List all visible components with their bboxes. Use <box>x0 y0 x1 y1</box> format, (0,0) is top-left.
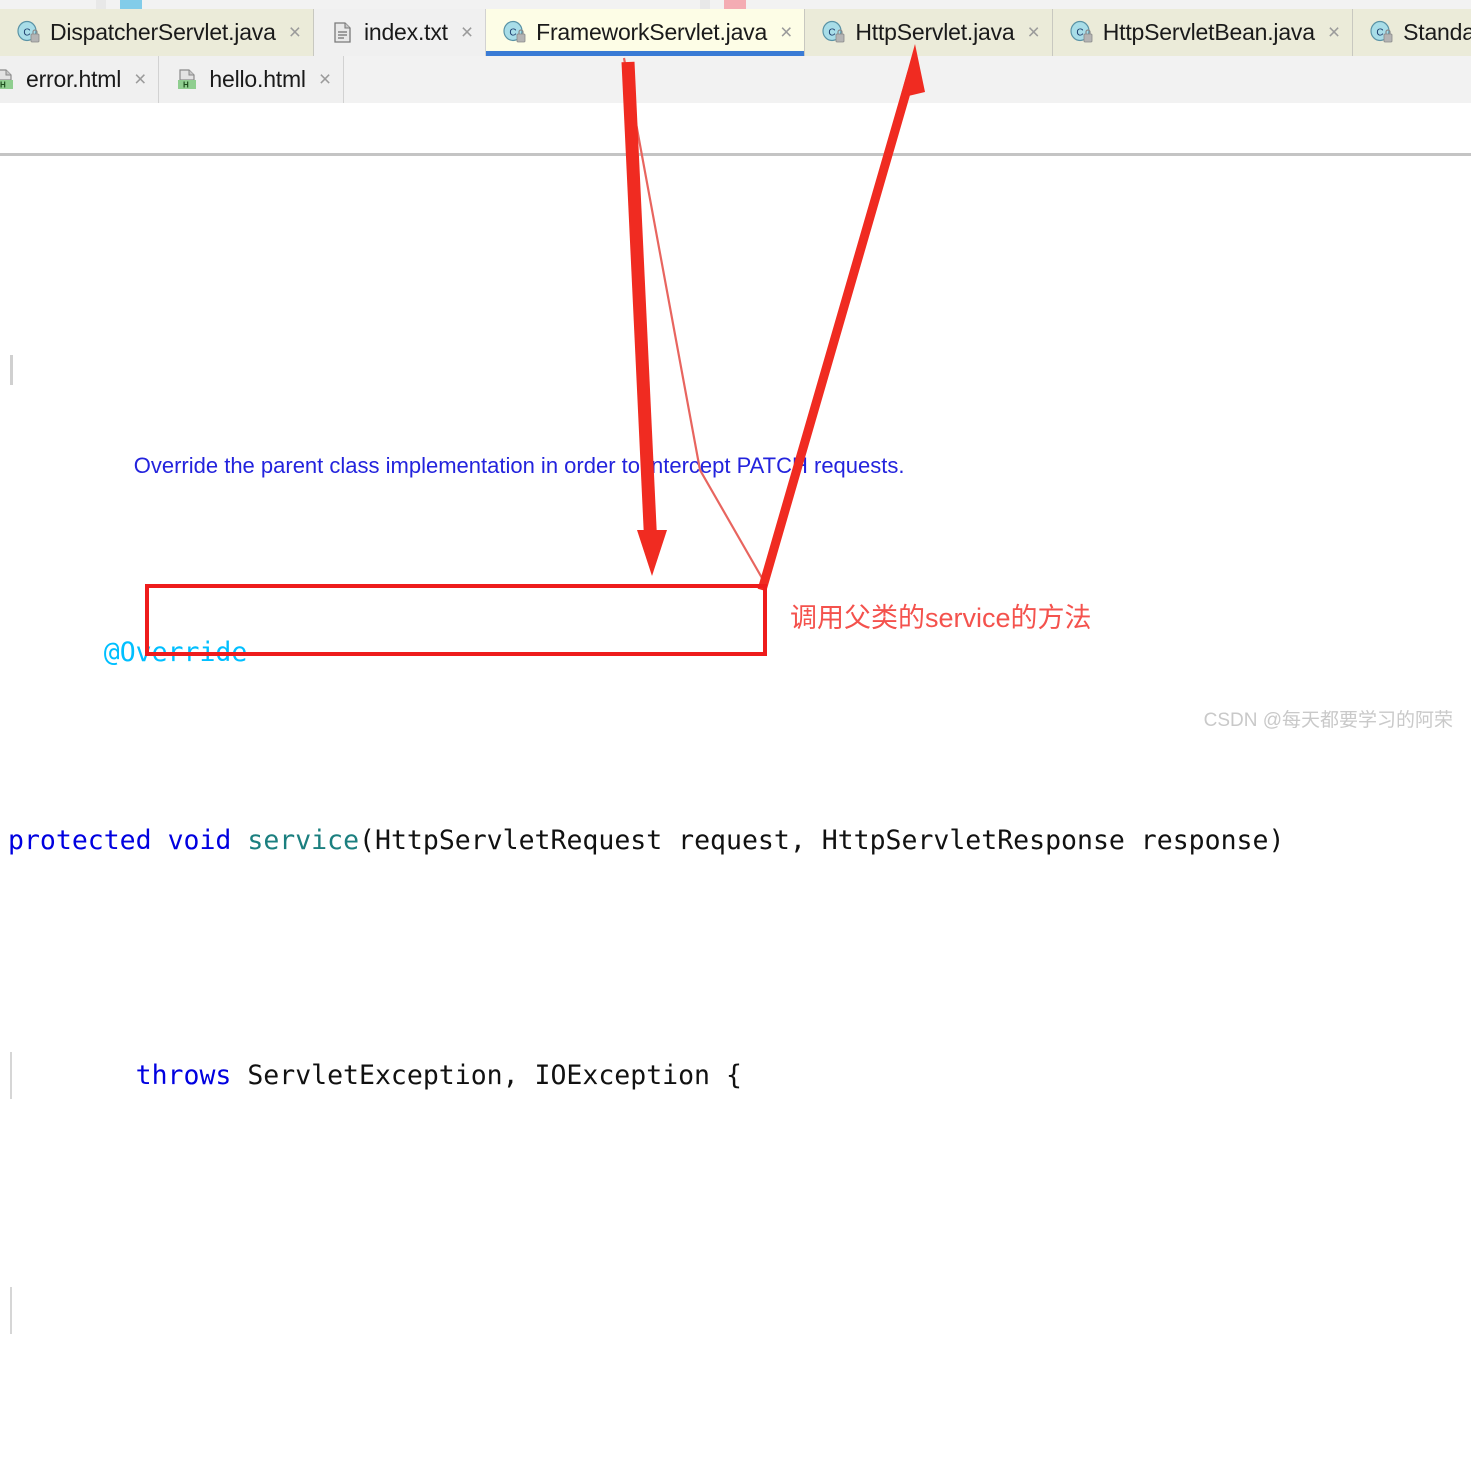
svg-text:C: C <box>829 28 836 39</box>
code-line-throws: throws ServletException, IOException { <box>0 1052 1471 1099</box>
svg-text:C: C <box>23 28 30 39</box>
java-class-icon: C <box>16 20 41 45</box>
tab-row-2: H error.html × H hello.html × <box>0 56 1471 103</box>
code-content[interactable]: Override the parent class implementation… <box>0 159 1471 1480</box>
close-icon[interactable]: × <box>1028 22 1040 43</box>
space-2 <box>231 825 247 856</box>
html-file-icon: H <box>175 67 200 92</box>
method-name-service: service <box>247 825 360 856</box>
svg-text:C: C <box>1076 28 1083 39</box>
close-icon[interactable]: × <box>134 69 146 90</box>
tab-httpservletbean-java[interactable]: C HttpServletBean.java × <box>1052 9 1354 56</box>
code-line-blank <box>0 1287 1471 1334</box>
javadoc-summary-text: Override the parent class implementation… <box>133 453 905 478</box>
annotation-override: @Override <box>103 637 248 668</box>
editor-tab-bar: C DispatcherServlet.java × index.txt × C… <box>0 9 1471 103</box>
tab-label: HttpServletBean.java <box>1102 19 1315 45</box>
tab-index-txt[interactable]: index.txt × <box>313 9 487 56</box>
svg-text:C: C <box>1376 28 1383 39</box>
space-1 <box>152 825 168 856</box>
keyword-throws: throws <box>135 1060 232 1091</box>
close-icon[interactable]: × <box>319 69 331 90</box>
tab-label: Standa <box>1403 19 1471 45</box>
throws-indent <box>8 1060 136 1091</box>
keyword-void: void <box>167 825 232 856</box>
sliver-mark-1 <box>96 0 106 9</box>
javadoc-gutter-bar <box>10 355 13 385</box>
tab-dispatcherservlet-java[interactable]: C DispatcherServlet.java × <box>0 9 314 56</box>
code-line-signature: protected void service(HttpServletReques… <box>0 817 1471 864</box>
tab-hello-html[interactable]: H hello.html × <box>159 56 345 103</box>
code-line-annotation: @Override <box>0 582 1471 668</box>
close-icon[interactable]: × <box>461 22 473 43</box>
svg-text:H: H <box>183 81 189 90</box>
tab-label: index.txt <box>363 19 448 45</box>
indent-guide <box>10 1052 12 1099</box>
keyword-protected: protected <box>8 825 152 856</box>
sliver-mark-2 <box>120 0 142 9</box>
html-file-icon: H <box>0 67 17 92</box>
tab-label: error.html <box>26 66 122 92</box>
tab-label: HttpServlet.java <box>855 19 1015 45</box>
svg-text:H: H <box>0 81 6 90</box>
close-icon[interactable]: × <box>289 22 301 43</box>
sliver-mark-3 <box>700 0 710 9</box>
java-class-icon: C <box>1069 20 1094 45</box>
tab-row-1: C DispatcherServlet.java × index.txt × C… <box>0 9 1471 56</box>
signature-params: (HttpServletRequest request, HttpServlet… <box>359 825 1285 856</box>
code-line-javadoc: Override the parent class implementation… <box>0 347 1471 478</box>
java-class-icon: C <box>1369 20 1394 45</box>
svg-text:C: C <box>509 28 516 39</box>
throws-list: ServletException, IOException { <box>231 1060 742 1091</box>
indent-guide <box>10 1287 12 1334</box>
text-file-icon <box>330 20 355 45</box>
java-class-icon: C <box>821 20 846 45</box>
tab-label: FrameworkServlet.java <box>536 19 768 45</box>
close-icon[interactable]: × <box>780 22 792 43</box>
tab-frameworkservlet-java[interactable]: C FrameworkServlet.java × <box>486 9 806 56</box>
sliver-mark-4 <box>724 0 746 9</box>
tab-httpservlet-java[interactable]: C HttpServlet.java × <box>805 9 1053 56</box>
tab-standard-truncated[interactable]: C Standa <box>1353 9 1471 56</box>
tab-error-html[interactable]: H error.html × <box>0 56 160 103</box>
tab-label: hello.html <box>209 66 306 92</box>
java-class-icon: C <box>502 20 527 45</box>
tabbar-top-sliver <box>0 0 1471 9</box>
close-icon[interactable]: × <box>1328 22 1340 43</box>
code-editor[interactable]: Override the parent class implementation… <box>0 103 1471 1334</box>
tab-label: DispatcherServlet.java <box>50 19 276 45</box>
editor-top-divider <box>0 153 1471 156</box>
